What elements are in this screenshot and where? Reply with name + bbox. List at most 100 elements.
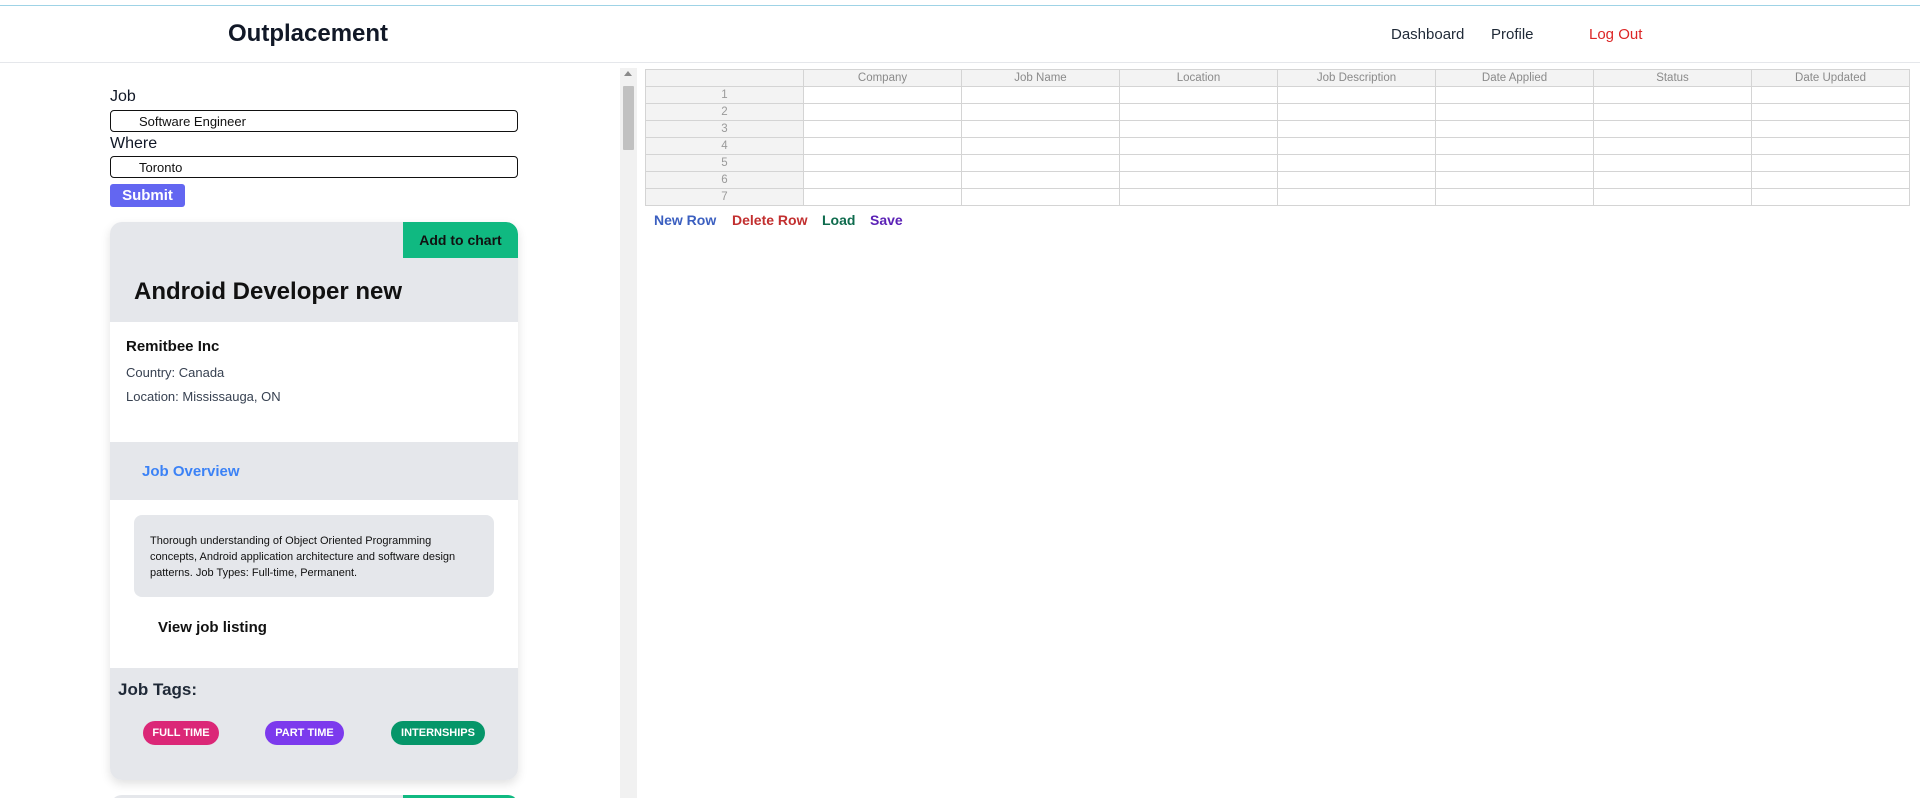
table-cell[interactable]	[803, 171, 962, 189]
table-cell[interactable]	[1593, 171, 1752, 189]
job-tags-section: Job Tags: FULL TIME PART TIME INTERNSHIP…	[110, 668, 518, 780]
where-input[interactable]	[110, 156, 518, 178]
table-cell[interactable]	[1751, 103, 1910, 121]
nav-dashboard-link[interactable]: Dashboard	[1391, 26, 1464, 43]
submit-button[interactable]: Submit	[110, 184, 185, 207]
new-row-button[interactable]: New Row	[654, 212, 716, 228]
table-cell[interactable]	[1751, 188, 1910, 206]
table-cell[interactable]	[1751, 137, 1910, 155]
table-cell[interactable]	[1277, 154, 1436, 172]
table-cell[interactable]	[803, 86, 962, 104]
header-row: Company Job Name Location Job Descriptio…	[645, 69, 1910, 87]
where-field-label: Where	[110, 135, 158, 152]
save-button[interactable]: Save	[870, 212, 903, 228]
table-cell[interactable]	[961, 188, 1120, 206]
row-number[interactable]: 4	[645, 137, 804, 155]
table-cell[interactable]	[1435, 171, 1594, 189]
table-cell[interactable]	[1593, 154, 1752, 172]
table-row: 3	[645, 120, 1910, 138]
corner-cell	[645, 69, 804, 87]
table-cell[interactable]	[1435, 188, 1594, 206]
table-cell[interactable]	[1435, 86, 1594, 104]
table-cell[interactable]	[1277, 188, 1436, 206]
table-cell[interactable]	[961, 137, 1120, 155]
column-header-date-applied[interactable]: Date Applied	[1435, 69, 1594, 87]
table-cell[interactable]	[961, 120, 1120, 138]
scroll-thumb[interactable]	[623, 86, 634, 150]
row-number[interactable]: 6	[645, 171, 804, 189]
table-cell[interactable]	[961, 103, 1120, 121]
table-cell[interactable]	[1119, 137, 1278, 155]
column-header-company[interactable]: Company	[803, 69, 962, 87]
job-search-panel: Job Where Submit Add to chart Android De…	[0, 63, 620, 798]
table-cell[interactable]	[803, 188, 962, 206]
row-number[interactable]: 7	[645, 188, 804, 206]
navbar: Outplacement Dashboard Profile Log Out	[0, 6, 1920, 63]
column-header-location[interactable]: Location	[1119, 69, 1278, 87]
job-input[interactable]	[110, 110, 518, 132]
load-button[interactable]: Load	[822, 212, 855, 228]
table-cell[interactable]	[803, 137, 962, 155]
table-cell[interactable]	[1751, 86, 1910, 104]
spreadsheet-grid: Company Job Name Location Job Descriptio…	[645, 69, 1910, 206]
scroll-up-arrow-icon[interactable]	[624, 71, 632, 76]
table-cell[interactable]	[1119, 103, 1278, 121]
delete-row-button[interactable]: Delete Row	[732, 212, 807, 228]
table-cell[interactable]	[1277, 103, 1436, 121]
tag-part-time: PART TIME	[265, 721, 344, 745]
job-tags-title: Job Tags:	[118, 680, 198, 699]
spreadsheet: Company Job Name Location Job Descriptio…	[645, 69, 1910, 206]
table-cell[interactable]	[1593, 137, 1752, 155]
row-number[interactable]: 5	[645, 154, 804, 172]
row-number[interactable]: 2	[645, 103, 804, 121]
brand-title: Outplacement	[228, 20, 389, 47]
table-cell[interactable]	[1277, 137, 1436, 155]
column-header-status[interactable]: Status	[1593, 69, 1752, 87]
job-description: Thorough understanding of Object Oriente…	[134, 515, 494, 597]
job-location: Location: Mississauga, ON	[126, 389, 281, 404]
table-cell[interactable]	[1751, 171, 1910, 189]
job-overview-bar: Job Overview	[110, 442, 518, 500]
table-cell[interactable]	[1751, 120, 1910, 138]
table-row: 4	[645, 137, 1910, 155]
add-to-chart-button[interactable]: Add to chart	[403, 222, 518, 258]
job-field-label: Job	[110, 88, 136, 105]
table-cell[interactable]	[961, 154, 1120, 172]
table-cell[interactable]	[1277, 120, 1436, 138]
row-number[interactable]: 3	[645, 120, 804, 138]
table-cell[interactable]	[1435, 103, 1594, 121]
table-cell[interactable]	[1119, 188, 1278, 206]
table-row: 5	[645, 154, 1910, 172]
table-cell[interactable]	[1119, 171, 1278, 189]
column-header-job-name[interactable]: Job Name	[961, 69, 1120, 87]
table-cell[interactable]	[803, 154, 962, 172]
job-title: Android Developer new	[134, 278, 403, 305]
table-cell[interactable]	[961, 171, 1120, 189]
column-header-date-updated[interactable]: Date Updated	[1751, 69, 1910, 87]
table-cell[interactable]	[1119, 154, 1278, 172]
table-cell[interactable]	[1119, 86, 1278, 104]
row-number[interactable]: 1	[645, 86, 804, 104]
table-cell[interactable]	[1119, 120, 1278, 138]
table-cell[interactable]	[1593, 188, 1752, 206]
table-cell[interactable]	[1277, 86, 1436, 104]
job-overview-link[interactable]: Job Overview	[142, 463, 240, 480]
table-row: 1	[645, 86, 1910, 104]
table-cell[interactable]	[961, 86, 1120, 104]
nav-profile-link[interactable]: Profile	[1491, 26, 1534, 43]
view-job-listing-link[interactable]: View job listing	[158, 619, 267, 636]
table-cell[interactable]	[1751, 154, 1910, 172]
table-cell[interactable]	[1435, 120, 1594, 138]
table-cell[interactable]	[1593, 120, 1752, 138]
table-cell[interactable]	[1593, 103, 1752, 121]
left-panel-scrollbar[interactable]	[620, 68, 637, 798]
table-cell[interactable]	[1435, 154, 1594, 172]
column-header-job-description[interactable]: Job Description	[1277, 69, 1436, 87]
table-cell[interactable]	[1277, 171, 1436, 189]
table-cell[interactable]	[1435, 137, 1594, 155]
nav-logout-link[interactable]: Log Out	[1589, 26, 1642, 43]
table-cell[interactable]	[1593, 86, 1752, 104]
table-cell[interactable]	[803, 120, 962, 138]
table-cell[interactable]	[803, 103, 962, 121]
company-name: Remitbee Inc	[126, 338, 220, 355]
